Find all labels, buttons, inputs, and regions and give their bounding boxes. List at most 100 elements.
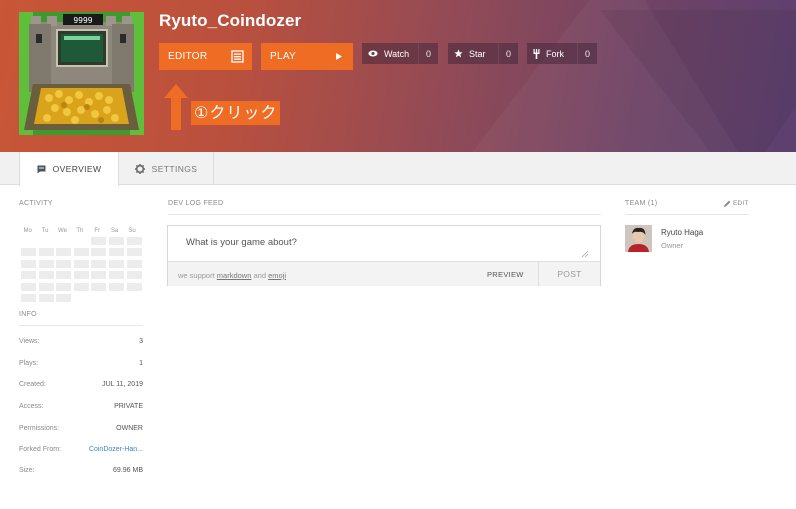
support-and: and: [253, 271, 266, 280]
day-label: We: [58, 228, 67, 234]
markdown-link[interactable]: markdown: [217, 271, 252, 280]
activity-cell: [21, 259, 36, 268]
info-row-permissions: Permissions: OWNER: [19, 425, 143, 432]
activity-cell: [56, 271, 72, 280]
activity-cell: [109, 259, 124, 268]
post-button[interactable]: POST: [538, 262, 600, 286]
emoji-link[interactable]: emoji: [268, 271, 286, 280]
watch-count: 0: [418, 43, 438, 64]
info-row-forked-from: Forked From: CoinDozer-Han...: [19, 446, 143, 453]
activity-cell: [91, 271, 107, 280]
activity-cell: [109, 271, 124, 280]
day-label: Tu: [41, 228, 49, 234]
activity-days: Mo Tu We Th Fr Sa Su: [19, 228, 144, 234]
fork-button[interactable]: Fork 0: [527, 43, 597, 64]
devlog-heading: DEV LOG FEED: [168, 200, 224, 207]
play-button[interactable]: PLAY: [261, 43, 353, 70]
watch-label: Watch: [384, 48, 410, 59]
info-label: Access:: [19, 403, 44, 410]
info-label: Views:: [19, 338, 40, 345]
preview-button[interactable]: PREVIEW: [487, 270, 524, 279]
tab-settings[interactable]: SETTINGS: [119, 152, 214, 185]
info-row-views: Views: 3: [19, 338, 143, 345]
member-role: Owner: [661, 241, 684, 250]
info-label: Forked From:: [19, 446, 62, 453]
gear-icon: [134, 163, 145, 174]
info-value: 3: [139, 338, 143, 345]
devlog-divider: [168, 214, 601, 215]
activity-cell: [91, 259, 107, 268]
activity-cell: [91, 237, 107, 245]
editor-button-label: EDITOR: [168, 51, 208, 62]
activity-cell: [126, 271, 142, 280]
activity-cell: [73, 259, 89, 268]
project-thumbnail: 9999: [19, 12, 144, 135]
team-divider: [625, 214, 749, 215]
activity-grid: [21, 237, 144, 302]
annotation-arrow-icon: [164, 84, 188, 130]
support-text: we support markdown and emoji: [178, 271, 286, 280]
info-heading: INFO: [19, 311, 37, 318]
day-label: Th: [76, 228, 84, 234]
activity-cell: [73, 248, 89, 257]
info-label: Plays:: [19, 360, 39, 367]
activity-cell: [21, 271, 36, 280]
info-row-access: Access: PRIVATE: [19, 403, 143, 410]
activity-cell: [38, 248, 54, 257]
member-name[interactable]: Ryuto Haga: [661, 228, 703, 237]
tab-settings-label: SETTINGS: [151, 163, 198, 174]
info-row-size: Size: 69.96 MB: [19, 467, 143, 474]
tab-overview[interactable]: OVERVIEW: [19, 152, 119, 186]
info-row-plays: Plays: 1: [19, 360, 143, 367]
fork-icon: [533, 48, 540, 59]
devlog-placeholder: What is your game about?: [186, 237, 297, 248]
activity-cell: [21, 248, 36, 257]
activity-cell: [56, 248, 72, 257]
fork-count: 0: [577, 43, 597, 64]
avatar[interactable]: [625, 225, 652, 252]
forked-from-link[interactable]: CoinDozer-Han...: [89, 446, 143, 453]
star-icon: [454, 49, 463, 58]
info-divider: [19, 325, 143, 326]
activity-cell: [126, 248, 142, 257]
day-label: Fr: [94, 228, 101, 234]
info-value: 69.96 MB: [113, 467, 143, 474]
project-title: Ryuto_Coindozer: [159, 11, 302, 30]
support-prefix: we support: [178, 271, 215, 280]
fork-label: Fork: [546, 48, 564, 59]
watch-button[interactable]: Watch 0: [362, 43, 438, 64]
day-label: Su: [128, 228, 136, 234]
activity-cell: [109, 248, 124, 257]
star-label: Star: [469, 48, 486, 59]
activity-cell: [21, 294, 36, 302]
activity-cell: [38, 271, 54, 280]
activity-cell: [91, 248, 107, 257]
header-decoration: [600, 10, 796, 152]
activity-cell: [126, 259, 142, 268]
team-edit-link[interactable]: EDIT: [724, 200, 749, 207]
day-label: Sa: [110, 228, 119, 234]
star-count: 0: [498, 43, 518, 64]
play-button-label: PLAY: [270, 51, 297, 62]
annotation-label: ①クリック: [191, 101, 281, 125]
tab-overview-label: OVERVIEW: [52, 164, 102, 174]
activity-cell: [126, 237, 142, 245]
eye-icon: [368, 50, 378, 57]
info-value: OWNER: [116, 425, 143, 432]
star-button[interactable]: Star 0: [448, 43, 518, 64]
score-text: 9999: [73, 16, 92, 25]
info-label: Created:: [19, 381, 46, 388]
resize-grip-icon[interactable]: [581, 250, 588, 257]
activity-cell: [38, 294, 54, 302]
activity-cell: [56, 259, 72, 268]
info-value: JUL 11, 2019: [102, 381, 143, 388]
info-label: Size:: [19, 467, 35, 474]
activity-cell: [21, 282, 36, 291]
editor-button[interactable]: EDITOR: [159, 43, 252, 70]
activity-cell: [91, 282, 107, 291]
activity-heading: ACTIVITY: [19, 200, 53, 207]
day-label: Mo: [23, 228, 32, 234]
pencil-icon: [724, 200, 731, 207]
devlog-textarea[interactable]: What is your game about?: [168, 226, 600, 260]
play-icon: [336, 53, 342, 60]
